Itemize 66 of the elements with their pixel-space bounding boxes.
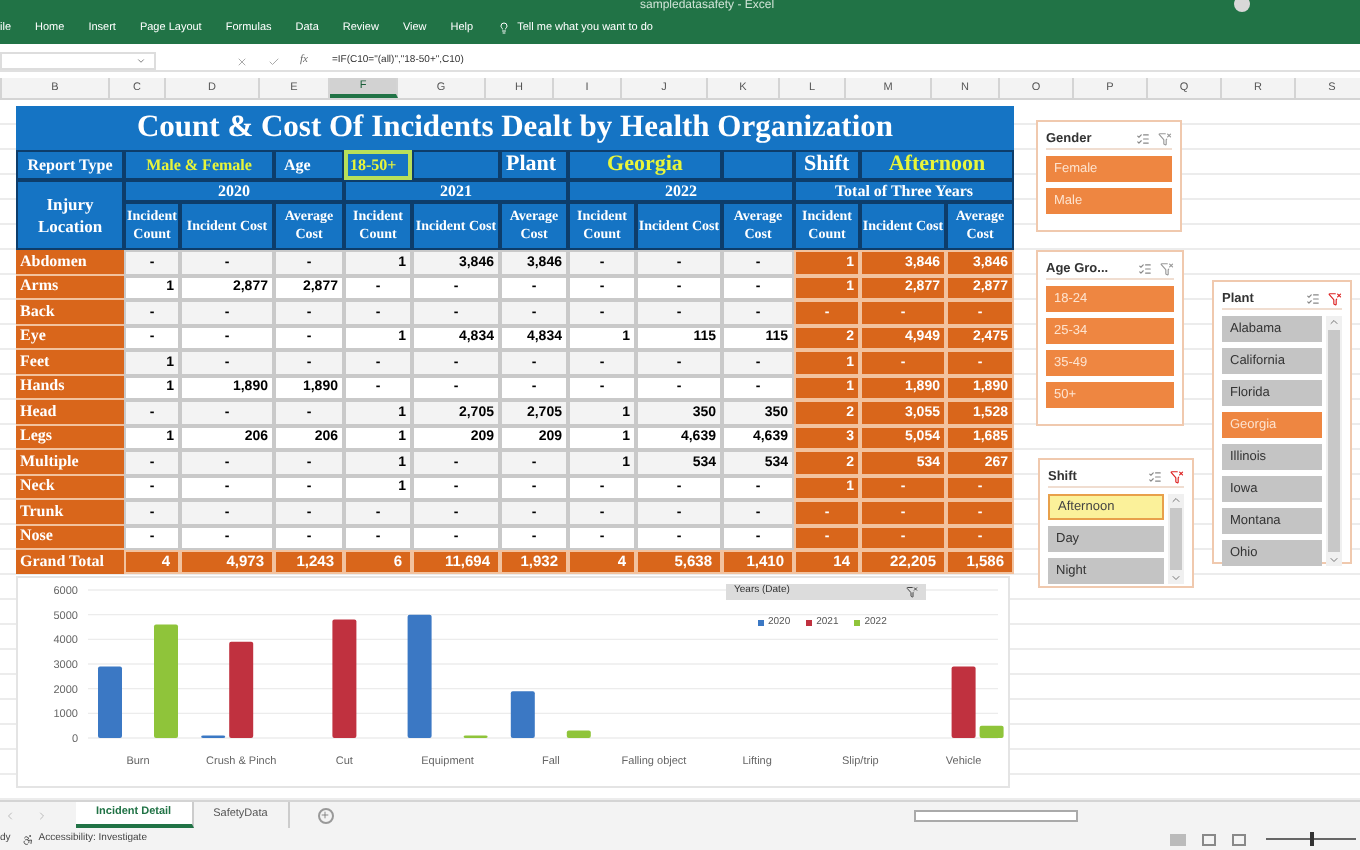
add-sheet-button[interactable] — [317, 807, 334, 823]
clear-filter-icon[interactable] — [1160, 262, 1174, 276]
enter-icon[interactable] — [268, 55, 280, 67]
filter-icon[interactable] — [906, 586, 918, 598]
location-cell: Multiple — [16, 450, 124, 475]
location-cell: Legs — [16, 425, 124, 450]
page-break-icon[interactable] — [1232, 833, 1246, 845]
filter-label: Shift — [794, 150, 860, 180]
scroll-down-icon[interactable] — [1170, 572, 1182, 584]
row-header: Injury Location — [16, 180, 124, 250]
filter-value: Afternoon — [860, 150, 1014, 180]
location-cell: Trunk — [16, 500, 124, 525]
total-label: Grand Total — [16, 550, 124, 574]
location-cell: Nose — [16, 525, 124, 550]
multi-select-icon[interactable] — [1306, 292, 1320, 306]
chart-bar — [979, 725, 1004, 738]
multi-select-icon[interactable] — [1138, 262, 1152, 276]
chart-bar — [510, 691, 535, 738]
scrollbar[interactable] — [1326, 316, 1342, 566]
filter-value: 18-50+ — [344, 150, 412, 180]
clear-filter-icon[interactable] — [1158, 132, 1172, 146]
scroll-down-icon[interactable] — [1328, 554, 1340, 566]
scrollbar[interactable] — [1168, 494, 1184, 584]
filter-label: Report Type — [16, 150, 124, 180]
chart-bar — [229, 641, 254, 738]
report-title: Count & Cost Of Incidents Dealt by Health Organization — [16, 106, 1014, 150]
lightbulb-icon — [497, 22, 510, 35]
header-cell — [722, 150, 794, 180]
scroll-up-icon[interactable] — [1170, 494, 1182, 506]
scroll-up-icon[interactable] — [1328, 316, 1340, 328]
chart-bar — [154, 624, 178, 738]
year-header: 2020 — [124, 180, 344, 202]
location-cell: Neck — [16, 475, 124, 500]
chart-bar — [407, 614, 432, 738]
clear-filter-icon[interactable] — [1170, 470, 1184, 484]
location-cell: Eye — [16, 325, 124, 350]
cancel-icon[interactable] — [236, 55, 248, 67]
location-cell: Back — [16, 300, 124, 325]
chart-bar — [566, 730, 591, 738]
multi-select-icon[interactable] — [1148, 470, 1162, 484]
location-cell: Hands — [16, 375, 124, 400]
clear-filter-icon[interactable] — [1328, 292, 1342, 306]
normal-view-icon[interactable] — [1170, 833, 1186, 845]
page-layout-icon[interactable] — [1202, 833, 1216, 845]
year-header: 2022 — [568, 180, 794, 202]
location-cell: Feet — [16, 350, 124, 375]
accessibility-icon — [22, 833, 35, 845]
location-cell: Abdomen — [16, 250, 124, 275]
filter-value: Georgia — [568, 150, 722, 180]
avatar — [1234, 0, 1250, 12]
year-header: Total of Three Years — [794, 180, 1014, 202]
year-header: 2021 — [344, 180, 568, 202]
chart-bar — [98, 666, 122, 738]
location-cell: Arms — [16, 275, 124, 300]
chart-bar — [951, 666, 976, 738]
filter-label: Age — [274, 150, 344, 180]
scroll-left-icon[interactable] — [4, 809, 16, 821]
header-cell — [412, 150, 500, 180]
filter-label: Plant — [500, 150, 568, 180]
name-box[interactable] — [0, 52, 156, 70]
scroll-right-icon[interactable] — [36, 809, 48, 821]
horizontal-scrollbar[interactable] — [913, 809, 1078, 821]
filter-value: Male & Female — [124, 150, 274, 180]
location-cell: Head — [16, 400, 124, 425]
multi-select-icon[interactable] — [1136, 132, 1150, 146]
chart-bar — [332, 619, 357, 738]
